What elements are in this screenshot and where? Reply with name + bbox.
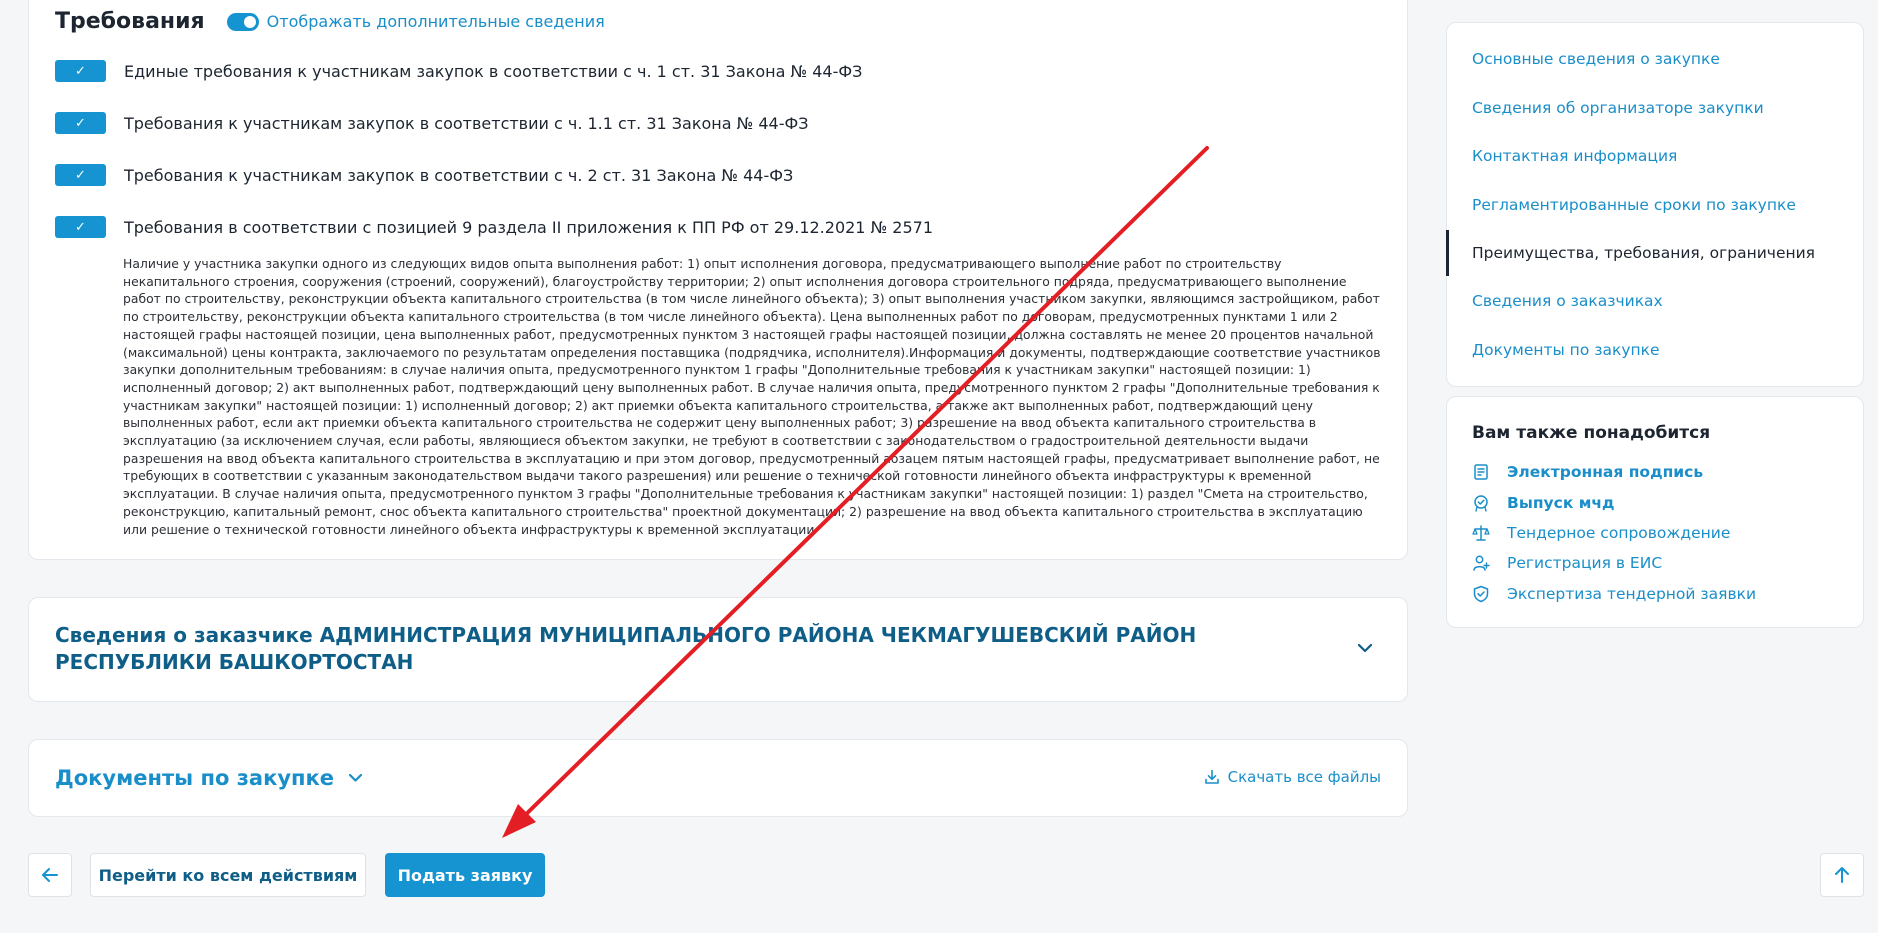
additional-info-toggle-label[interactable]: Отображать дополнительные сведения bbox=[267, 12, 605, 31]
requirement-text: Требования к участникам закупок в соотве… bbox=[124, 113, 809, 133]
check-icon: ✓ bbox=[75, 115, 86, 131]
chevron-down-icon bbox=[348, 769, 363, 787]
scales-icon bbox=[1472, 524, 1490, 542]
also-item-label: Выпуск мчд bbox=[1507, 494, 1615, 512]
scroll-top-button[interactable] bbox=[1820, 853, 1864, 897]
shield-check-icon bbox=[1472, 585, 1490, 603]
requirement-item: ✓ Требования к участникам закупок в соот… bbox=[55, 164, 793, 186]
documents-card: Документы по закупке Скачать все файлы bbox=[28, 739, 1408, 817]
documents-toggle[interactable]: Документы по закупке bbox=[55, 766, 363, 790]
requirement-item: ✓ Единые требования к участникам закупок… bbox=[55, 60, 862, 82]
nav-item-general-info[interactable]: Основные сведения о закупке bbox=[1472, 50, 1720, 68]
requirement-text: Требования в соответствии с позицией 9 р… bbox=[124, 217, 934, 237]
check-icon: ✓ bbox=[75, 63, 86, 79]
requirement-checkbox[interactable]: ✓ bbox=[55, 164, 106, 186]
requirement-checkbox[interactable]: ✓ bbox=[55, 60, 106, 82]
also-needed-title: Вам также понадобится bbox=[1472, 423, 1711, 443]
badge-check-icon bbox=[1472, 494, 1490, 512]
nav-item-organizer[interactable]: Сведения об организаторе закупки bbox=[1472, 99, 1764, 117]
customer-info-title: Сведения о заказчике АДМИНИСТРАЦИЯ МУНИЦ… bbox=[55, 623, 1197, 674]
all-actions-button[interactable]: Перейти ко всем действиям bbox=[90, 853, 366, 897]
page-navigation: Основные сведения о закупке Сведения об … bbox=[1446, 22, 1864, 387]
chevron-down-icon[interactable] bbox=[1357, 638, 1373, 657]
also-item-e-signature[interactable]: Электронная подпись bbox=[1472, 463, 1703, 481]
also-item-label: Регистрация в ЕИС bbox=[1507, 554, 1663, 572]
requirement-text: Единые требования к участникам закупок в… bbox=[124, 61, 863, 81]
requirements-title: Требования bbox=[55, 9, 205, 34]
requirement-text: Требования к участникам закупок в соотве… bbox=[124, 165, 794, 185]
requirement-item: ✓ Требования к участникам закупок в соот… bbox=[55, 112, 809, 134]
requirements-card: Требования Отображать дополнительные све… bbox=[28, 0, 1408, 560]
additional-info-toggle[interactable] bbox=[226, 12, 259, 31]
also-item-mchd[interactable]: Выпуск мчд bbox=[1472, 494, 1615, 512]
arrow-left-icon bbox=[42, 868, 58, 882]
check-icon: ✓ bbox=[75, 167, 86, 183]
submit-application-button[interactable]: Подать заявку bbox=[385, 853, 545, 897]
also-item-tender-support[interactable]: Тендерное сопровождение bbox=[1472, 524, 1730, 542]
also-item-label: Экспертиза тендерной заявки bbox=[1507, 585, 1757, 603]
also-needed-card: Вам также понадобится Электронная подпис… bbox=[1446, 396, 1864, 628]
user-plus-icon bbox=[1472, 554, 1490, 572]
nav-item-requirements[interactable]: Преимущества, требования, ограничения bbox=[1472, 244, 1815, 262]
download-all-label: Скачать все файлы bbox=[1227, 768, 1381, 786]
nav-item-customers[interactable]: Сведения о заказчиках bbox=[1472, 292, 1663, 310]
certificate-icon bbox=[1472, 463, 1490, 481]
also-item-label: Тендерное сопровождение bbox=[1507, 524, 1731, 542]
requirements-header: Требования Отображать дополнительные све… bbox=[55, 9, 605, 34]
documents-title: Документы по закупке bbox=[55, 766, 335, 790]
also-item-eis-registration[interactable]: Регистрация в ЕИС bbox=[1472, 554, 1662, 572]
download-all-link[interactable]: Скачать все файлы bbox=[1204, 768, 1381, 786]
nav-item-documents[interactable]: Документы по закупке bbox=[1472, 341, 1660, 359]
requirement-description: Наличие у участника закупки одного из сл… bbox=[123, 256, 1381, 537]
also-item-bid-expertise[interactable]: Экспертиза тендерной заявки bbox=[1472, 585, 1756, 603]
requirement-item: ✓ Требования в соответствии с позицией 9… bbox=[55, 216, 933, 238]
nav-item-contacts[interactable]: Контактная информация bbox=[1472, 147, 1677, 165]
also-item-label: Электронная подпись bbox=[1507, 463, 1704, 481]
arrow-up-icon bbox=[1835, 867, 1849, 883]
toggle-knob bbox=[243, 15, 256, 28]
requirement-checkbox[interactable]: ✓ bbox=[55, 112, 106, 134]
back-button[interactable] bbox=[28, 853, 72, 897]
download-icon bbox=[1204, 769, 1219, 784]
customer-info-card[interactable]: Сведения о заказчике АДМИНИСТРАЦИЯ МУНИЦ… bbox=[28, 597, 1408, 702]
requirement-checkbox[interactable]: ✓ bbox=[55, 216, 106, 238]
nav-item-deadlines[interactable]: Регламентированные сроки по закупке bbox=[1472, 196, 1796, 214]
check-icon: ✓ bbox=[75, 219, 86, 235]
active-nav-indicator bbox=[1446, 230, 1449, 276]
